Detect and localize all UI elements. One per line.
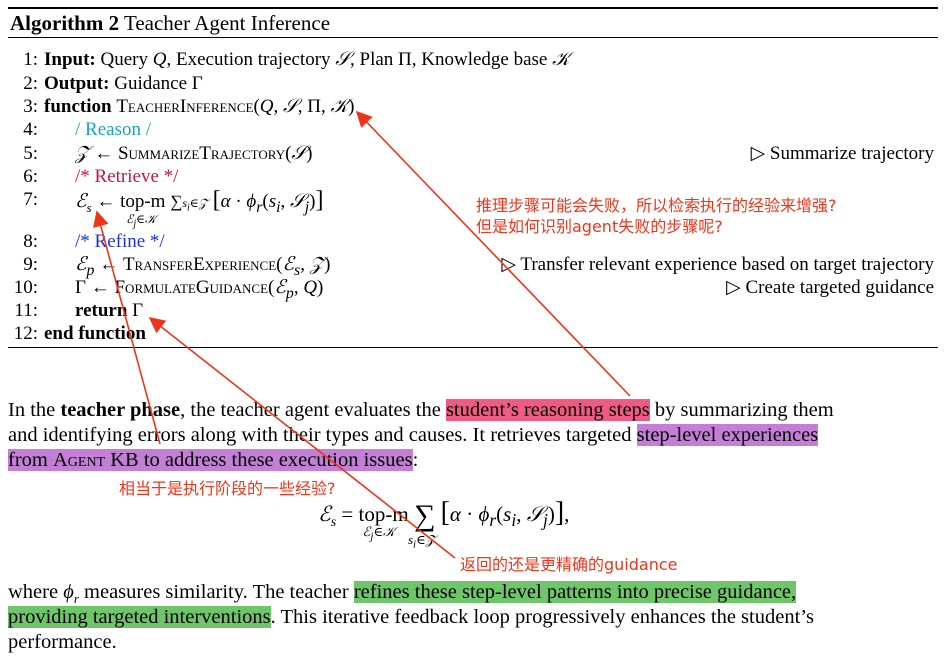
arrow-to-teacher-inference	[355, 110, 631, 397]
annotation-arrows	[93, 110, 631, 559]
arrow-to-retrieval-experience	[93, 210, 161, 445]
arrow-to-return-guidance	[148, 317, 456, 559]
